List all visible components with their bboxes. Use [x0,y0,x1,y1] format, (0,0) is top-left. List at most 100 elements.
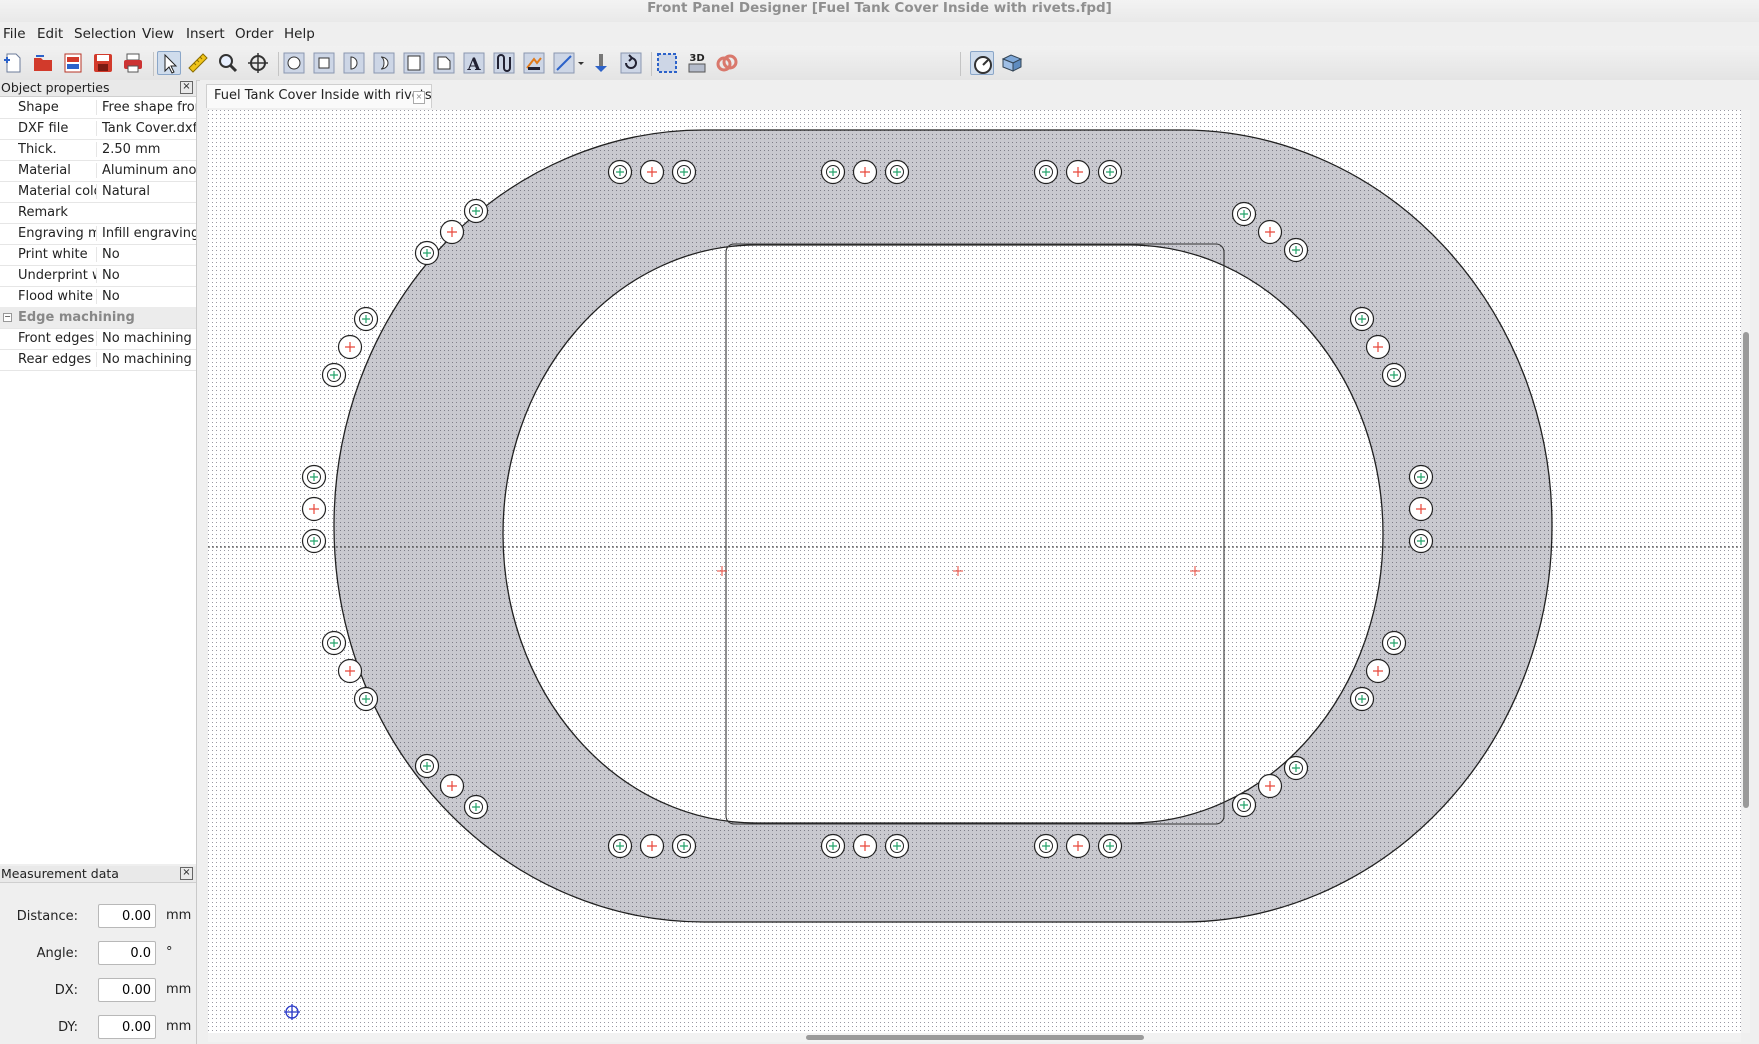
close-icon[interactable]: × [180,81,193,94]
property-row[interactable]: Front edges No machining [0,328,196,350]
rivet[interactable] [414,753,440,779]
gauge-icon[interactable] [970,51,994,75]
print-icon[interactable] [121,51,145,75]
mounting-hole[interactable] [439,219,465,245]
rivet[interactable] [1097,159,1123,185]
open-folder-icon[interactable] [31,51,55,75]
property-value[interactable]: No [96,289,196,304]
select-pointer-icon[interactable] [157,51,181,75]
design-canvas-area[interactable] [208,110,1742,1033]
menu-edit[interactable]: Edit [37,26,63,42]
d-hole-icon[interactable] [342,51,366,75]
rivet[interactable] [1283,755,1309,781]
dx-input[interactable] [98,978,156,1002]
property-value[interactable]: 2.50 mm [96,142,196,157]
property-value[interactable]: No machining [96,331,196,346]
rivet[interactable] [1349,306,1375,332]
dy-input[interactable] [98,1015,156,1039]
mounting-hole[interactable] [852,159,878,185]
rivet[interactable] [820,159,846,185]
mounting-hole[interactable] [1065,159,1091,185]
menu-selection[interactable]: Selection [74,26,136,42]
menu-help[interactable]: Help [284,26,315,42]
link-icon[interactable] [715,51,739,75]
mounting-hole[interactable] [439,773,465,799]
document-tab[interactable]: Fuel Tank Cover Inside with rivets.fpd × [206,84,432,108]
rivet[interactable] [1033,159,1059,185]
mounting-hole[interactable] [337,334,363,360]
close-icon[interactable]: × [180,867,193,880]
price-icon[interactable] [1000,51,1024,75]
rivet[interactable] [1408,464,1434,490]
property-group-edge-machining[interactable]: − Edge machining [0,307,196,329]
graphic-icon[interactable] [522,51,546,75]
free-contour-icon[interactable] [432,51,456,75]
rivet[interactable] [321,630,347,656]
property-value[interactable]: No [96,247,196,262]
new-file-icon[interactable] [1,51,25,75]
rivet[interactable] [671,159,697,185]
curve-engraving-icon[interactable] [492,51,516,75]
rivet[interactable] [607,833,633,859]
property-row[interactable]: Rear edges No machining [0,349,196,371]
design-canvas[interactable] [208,110,1742,1033]
rivet[interactable] [884,159,910,185]
mounting-hole[interactable] [1065,833,1091,859]
property-row[interactable]: Shape Free shape from [0,97,196,119]
property-row[interactable]: Engraving m Infill engraving [0,223,196,245]
rivet[interactable] [353,306,379,332]
angle-input[interactable] [98,941,156,965]
property-row[interactable]: Flood white No [0,286,196,308]
drill-icon[interactable] [589,51,613,75]
rect-hole-icon[interactable] [312,51,336,75]
rivet[interactable] [607,159,633,185]
mounting-hole[interactable] [337,658,363,684]
mounting-hole[interactable] [301,496,327,522]
rivet[interactable] [1408,528,1434,554]
three-d-view-icon[interactable]: 3D [685,51,709,75]
rivet[interactable] [463,794,489,820]
text-engraving-icon[interactable]: A [462,51,486,75]
mounting-hole[interactable] [1365,658,1391,684]
property-row[interactable]: DXF file Tank Cover.dxf [0,118,196,140]
property-row[interactable]: Material Aluminum anod [0,160,196,182]
frame-icon[interactable] [655,51,679,75]
horizontal-scroll-thumb[interactable] [806,1035,1144,1040]
tab-close-icon[interactable]: × [413,91,425,104]
mounting-hole[interactable] [1257,219,1283,245]
property-value[interactable]: Free shape from [96,100,196,115]
collapse-icon[interactable]: − [3,313,12,322]
property-value[interactable]: Tank Cover.dxf [96,121,196,136]
rivet[interactable] [1231,792,1257,818]
rivet[interactable] [1381,362,1407,388]
mounting-hole[interactable] [1408,496,1434,522]
save-icon[interactable] [91,51,115,75]
property-value[interactable]: No [96,268,196,283]
rivet[interactable] [671,833,697,859]
rivet[interactable] [820,833,846,859]
property-row[interactable]: Thick. 2.50 mm [0,139,196,161]
rivet[interactable] [1283,237,1309,263]
rotate-icon[interactable] [619,51,643,75]
rect-cutout-icon[interactable] [402,51,426,75]
menu-order[interactable]: Order [235,26,273,42]
property-row[interactable]: Print white No [0,244,196,266]
rivet[interactable] [463,198,489,224]
rivet[interactable] [414,240,440,266]
property-row[interactable]: Remark [0,202,196,224]
property-value[interactable]: Infill engraving [96,226,196,241]
open-recent-icon[interactable] [61,51,85,75]
property-row[interactable]: Material colo Natural [0,181,196,203]
rivet[interactable] [353,686,379,712]
mounting-hole[interactable] [1365,334,1391,360]
vertical-scroll-thumb[interactable] [1743,332,1749,808]
mounting-hole[interactable] [1257,773,1283,799]
measure-ruler-icon[interactable] [186,51,210,75]
zoom-icon[interactable] [216,51,240,75]
vertical-scrollbar[interactable] [1741,110,1750,1033]
rivet[interactable] [1231,201,1257,227]
mounting-hole[interactable] [639,833,665,859]
crosshair-icon[interactable] [246,51,270,75]
menu-insert[interactable]: Insert [186,26,225,42]
rivet[interactable] [1097,833,1123,859]
